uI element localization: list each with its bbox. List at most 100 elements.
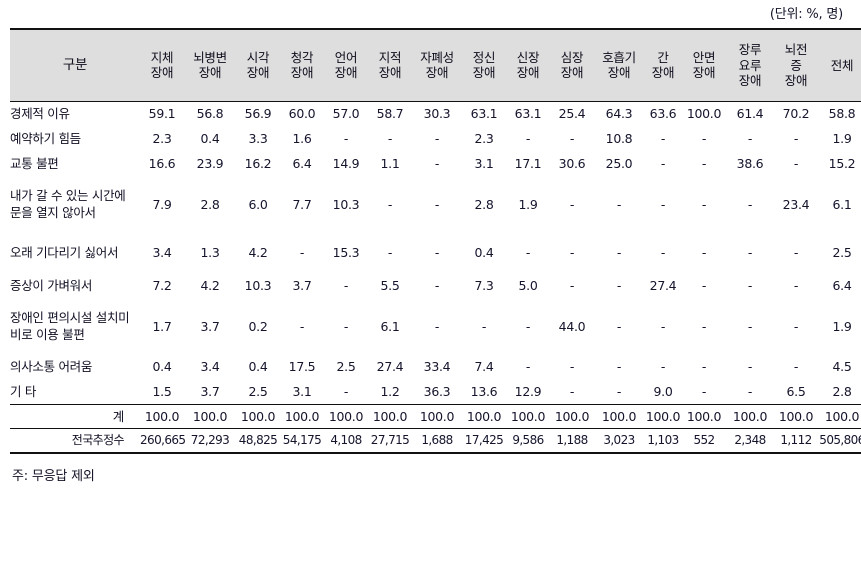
data-cell: - (701, 131, 707, 146)
data-cell: 70.2 (782, 106, 810, 122)
header-row: 구분 지체 장애 뇌병변 장애 시각 장애 청각 장애 언어 장애 지적 장애 자폐성 장애 정신 장애 신장 장… (10, 28, 861, 102)
data-cell: 10.3 (332, 196, 360, 212)
column-header-text: 언어 (334, 49, 358, 65)
column-header-text: 장애 (516, 65, 540, 81)
table-footnote: 주: 무응답 제외 (12, 469, 95, 484)
table-header: 구분 지체 장애 뇌병변 장애 시각 장애 청각 장애 언어 장애 지적 장애 자폐성 장애 정신 장애 신장 장… (10, 28, 861, 102)
total-cell: 100.0 (818, 403, 861, 428)
column-header-text: 장애 (692, 65, 716, 81)
data-cell: 17.1 (514, 156, 542, 171)
data-cell: - (793, 359, 799, 374)
row-label: 내가 갈 수 있는 시간에 문을 열지 않아서 (10, 188, 126, 220)
total-cell: 100.0 (324, 403, 368, 428)
data-cell: 61.4 (736, 106, 764, 122)
data-cell: 3.7 (200, 383, 220, 399)
column-header-text: 장애 (560, 65, 584, 81)
data-cell: 30.6 (558, 156, 586, 171)
data-cell: 16.2 (244, 156, 272, 171)
data-cell: 2.3 (152, 131, 172, 146)
data-cell: - (525, 131, 531, 146)
data-cell: 6.1 (832, 196, 852, 212)
data-cell: 25.0 (605, 156, 633, 171)
data-cell: 4.5 (832, 359, 852, 374)
total-cell: 100.0 (368, 403, 412, 428)
table-row: 증상이 가벼워서 7.2 4.2 10.3 3.7 - 5.5 - 7.3 5.0 - - 27.4 - -… (10, 273, 861, 298)
estimate-cell: 72,293 (184, 427, 236, 454)
data-cell: 60.0 (288, 106, 316, 122)
data-cell: 57.0 (332, 106, 360, 122)
column-header-text: 장애 (290, 65, 314, 81)
unit-label: (단위: %, 명) (769, 7, 843, 22)
total-row-label: 계 (10, 403, 140, 428)
data-cell: 25.4 (558, 106, 586, 122)
column-header-10: 심장 장애 (550, 28, 594, 102)
total-cell: 100.0 (462, 403, 506, 428)
total-cell: 100.0 (140, 403, 184, 428)
column-header-7: 자폐성 장애 (412, 28, 462, 102)
data-cell: 2.8 (200, 196, 220, 212)
column-header-3: 시각 장애 (236, 28, 280, 102)
data-cell: 36.3 (423, 383, 451, 399)
data-cell: 63.1 (470, 106, 498, 122)
data-cell: 7.9 (152, 196, 172, 212)
data-cell: 1.3 (200, 245, 220, 260)
data-cell: 14.9 (332, 156, 360, 171)
total-cell: 100.0 (594, 403, 644, 428)
column-header-13: 안면 장애 (682, 28, 726, 102)
column-header-text: 장애 (651, 65, 675, 81)
data-cell: 9.0 (653, 383, 673, 399)
data-cell: 0.4 (248, 359, 268, 374)
total-cell: 100.0 (280, 403, 324, 428)
total-cell: 100.0 (726, 403, 774, 428)
data-cell: - (569, 383, 575, 399)
data-cell: - (569, 196, 575, 212)
data-cell: - (525, 318, 531, 334)
column-header-text: 장애 (784, 73, 808, 88)
column-header-text: 장애 (334, 65, 358, 81)
data-cell: 0.4 (152, 359, 172, 374)
data-cell: - (434, 245, 440, 260)
column-header-text: 장애 (607, 65, 631, 81)
data-cell: 30.3 (423, 106, 451, 122)
column-header-text: 정신 (472, 49, 496, 65)
data-cell: - (747, 359, 753, 374)
data-cell: 2.5 (832, 245, 852, 260)
data-cell: - (793, 278, 799, 293)
column-header-text: 뇌전 (784, 42, 808, 57)
data-cell: - (569, 245, 575, 260)
data-cell: 7.7 (292, 196, 312, 212)
data-cell: 3.1 (474, 156, 494, 171)
data-cell: - (747, 383, 753, 399)
column-header-text: 장루 (738, 42, 762, 57)
data-cell: - (747, 196, 753, 212)
data-cell: - (701, 245, 707, 260)
total-cell: 100.0 (412, 403, 462, 428)
data-cell: 56.9 (244, 106, 272, 122)
data-cell: - (747, 245, 753, 260)
column-header-text: 지체 (150, 49, 174, 65)
column-header-text: 자폐성 (420, 49, 454, 65)
data-cell: 1.5 (152, 383, 172, 399)
column-header-text: 호흡기 (602, 49, 636, 65)
data-cell: - (701, 318, 707, 334)
column-header-text: 시각 (246, 49, 270, 65)
column-header-2: 뇌병변 장애 (184, 28, 236, 102)
data-cell: - (660, 196, 666, 212)
data-cell: - (701, 156, 707, 171)
data-cell: 58.7 (376, 106, 404, 122)
table-row: 의사소통 어려움 0.4 3.4 0.4 17.5 2.5 27.4 33.4 7.4 - - - - -… (10, 354, 861, 379)
data-cell: 0.2 (248, 318, 268, 334)
data-cell: 27.4 (376, 359, 404, 374)
estimate-cell: 27,715 (368, 427, 412, 454)
row-label: 기 타 (10, 383, 37, 399)
data-cell: 15.3 (332, 245, 360, 260)
data-cell: - (434, 278, 440, 293)
column-header-text: 뇌병변 (193, 49, 227, 65)
column-header-12: 간 장애 (644, 28, 682, 102)
column-header-9: 신장 장애 (506, 28, 550, 102)
data-cell: 10.8 (605, 131, 633, 146)
data-cell: 59.1 (148, 106, 176, 122)
data-cell: 64.3 (605, 106, 633, 122)
data-cell: - (616, 196, 622, 212)
data-cell: - (660, 156, 666, 171)
